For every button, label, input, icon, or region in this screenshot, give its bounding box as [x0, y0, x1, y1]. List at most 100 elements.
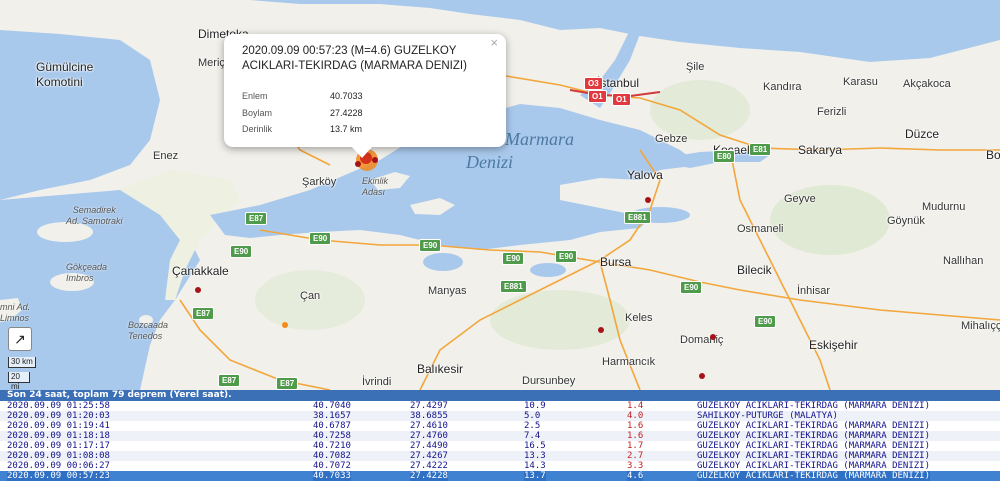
row-lat: 40.7072 — [313, 461, 351, 471]
popup-depth-value: 13.7 km — [330, 124, 363, 134]
table-row[interactable]: 2020.09.09 01:25:58 40.7040 27.4297 10.9 1.4… — [0, 401, 1000, 411]
row-depth: 5.0 — [524, 411, 541, 421]
row-location: GUZELKOY ACIKLARI-TEKIRDAG (MARMARA DENI… — [697, 451, 930, 461]
place-goynuk: Göynük — [887, 215, 925, 227]
place-eskisehir: Eskişehir — [809, 338, 858, 352]
island-ekinlik-name: Ekinlik — [362, 176, 389, 186]
close-icon[interactable]: × — [490, 35, 498, 50]
quake-marker[interactable] — [598, 327, 604, 333]
popup-depth-label: Derinlik — [242, 124, 273, 134]
row-depth: 10.9 — [524, 401, 546, 411]
row-lon: 38.6855 — [410, 411, 448, 421]
place-gumulcine: Gümülcine — [36, 60, 94, 74]
quake-marker[interactable] — [282, 322, 288, 328]
row-magnitude: 2.7 — [627, 451, 644, 461]
place-mihalicc: Mihalıçç — [961, 320, 1000, 332]
quake-marker[interactable] — [699, 373, 705, 379]
row-magnitude: 4.6 — [627, 471, 644, 481]
row-lat: 40.7033 — [313, 471, 351, 481]
water-marmara-1: Marmara — [505, 129, 575, 149]
row-lon: 27.4297 — [410, 401, 448, 411]
place-gebze: Gebze — [655, 133, 688, 145]
row-depth: 7.4 — [524, 431, 541, 441]
place-manyas: Manyas — [428, 285, 467, 297]
road-shield: E90 — [754, 315, 777, 328]
road-shield: E87 — [218, 374, 241, 387]
row-date: 2020.09.09 01:17:17 — [7, 441, 110, 451]
popup-tip — [351, 146, 373, 158]
table-row[interactable]: 2020.09.09 01:19:41 40.6787 27.4610 2.5 1.6 G… — [0, 421, 1000, 431]
row-depth: 13.7 — [524, 471, 546, 481]
popup-latitude-label: Enlem — [242, 91, 268, 101]
expand-arrow-icon[interactable]: ↗ — [8, 327, 32, 351]
road-shield: E881 — [624, 211, 651, 224]
place-akcakoca: Akçakoca — [903, 78, 951, 90]
island-semadirek: Semadirek Ad. Samotraki — [66, 205, 123, 227]
road-shield: E90 — [419, 239, 442, 252]
table-row[interactable]: 2020.09.09 01:08:08 40.7082 27.4267 13.3 2.7… — [0, 451, 1000, 461]
row-date: 2020.09.09 00:57:23 — [7, 471, 110, 481]
row-magnitude: 3.3 — [627, 461, 644, 471]
place-enez: Enez — [153, 150, 179, 162]
scale-bar-km: 30 km — [8, 357, 36, 368]
quake-marker[interactable] — [710, 334, 716, 340]
place-sakarya: Sakarya — [798, 143, 843, 157]
row-magnitude: 1.7 — [627, 441, 644, 451]
road-shield: E80 — [713, 150, 736, 163]
row-lon: 27.4490 — [410, 441, 448, 451]
table-row[interactable]: 2020.09.09 00:57:23 40.7033 27.4228 13.7 4.6… — [0, 471, 1000, 481]
island-bozcaada-name: Bozcaada — [128, 320, 169, 330]
place-komotini: Komotini — [36, 75, 83, 89]
place-bo: Bo — [986, 148, 1000, 162]
row-magnitude: 1.6 — [627, 431, 644, 441]
place-geyve: Geyve — [784, 193, 816, 205]
place-karasu: Karasu — [843, 76, 878, 88]
place-keles: Keles — [625, 312, 653, 324]
road-shield: E90 — [309, 232, 332, 245]
island-limni-alt: Limnos — [0, 313, 30, 323]
road-shield: O3 — [584, 77, 603, 90]
list-header: Son 24 saat, toplam 79 deprem (Yerel saa… — [0, 390, 1000, 401]
road-shield: E81 — [749, 143, 772, 156]
place-ferizli: Ferizli — [817, 106, 847, 118]
row-date: 2020.09.09 01:25:58 — [7, 401, 110, 411]
quake-marker[interactable] — [645, 197, 651, 203]
table-row[interactable]: 2020.09.09 01:18:18 40.7258 27.4760 7.4 1.6 G… — [0, 431, 1000, 441]
table-row[interactable]: 2020.09.09 00:06:27 40.7072 27.4222 14.3 3.3… — [0, 461, 1000, 471]
row-location: GUZELKOY ACIKLARI-TEKIRDAG (MARMARA DENI… — [697, 441, 930, 451]
island-limni: mni Ad. Limnos — [0, 302, 30, 324]
road-shield: O1 — [612, 93, 631, 106]
place-kandira: Kandıra — [763, 81, 802, 93]
place-osmaneli: Osmaneli — [737, 223, 784, 235]
row-lat: 40.7210 — [313, 441, 351, 451]
island-limni-name: mni Ad. — [0, 302, 31, 312]
place-nallihan: Nallıhan — [943, 255, 984, 267]
island-semadirek-name: Semadirek — [72, 205, 116, 215]
table-row[interactable]: 2020.09.09 01:17:17 40.7210 27.4490 16.5 1.7… — [0, 441, 1000, 451]
row-lat: 40.7040 — [313, 401, 351, 411]
row-depth: 2.5 — [524, 421, 541, 431]
quake-marker[interactable] — [355, 161, 361, 167]
popup-longitude-value: 27.4228 — [330, 108, 363, 118]
place-bursa: Bursa — [600, 255, 632, 269]
island-ekinlik: Ekinlik Adası — [362, 176, 388, 198]
row-date: 2020.09.09 01:19:41 — [7, 421, 110, 431]
road-shield: E90 — [555, 250, 578, 263]
row-location: SAHILKOY-PUTURGE (MALATYA) — [697, 411, 838, 421]
place-istanbul: İstanbul — [597, 76, 640, 90]
row-depth: 16.5 — [524, 441, 546, 451]
place-mudurnu: Mudurnu — [922, 201, 966, 213]
map-view[interactable]: Dimetoka Meriç Gümülcine Komotini Enez Ş… — [0, 0, 1000, 390]
row-location: GUZELKOY ACIKLARI-TEKIRDAG (MARMARA DENI… — [697, 471, 930, 481]
quake-marker[interactable] — [195, 287, 201, 293]
place-bilecik: Bilecik — [737, 263, 772, 277]
row-magnitude: 1.4 — [627, 401, 644, 411]
road-shield: E90 — [680, 281, 703, 294]
place-dursunbey: Dursunbey — [522, 375, 576, 387]
row-date: 2020.09.09 01:18:18 — [7, 431, 110, 441]
earthquake-list: Son 24 saat, toplam 79 deprem (Yerel saa… — [0, 390, 1000, 491]
table-row[interactable]: 2020.09.09 01:20:03 38.1657 38.6855 5.0 4.0 S… — [0, 411, 1000, 421]
road-shield: E87 — [192, 307, 215, 320]
place-can: Çan — [300, 290, 321, 302]
island-ekinlik-alt: Adası — [362, 187, 386, 197]
